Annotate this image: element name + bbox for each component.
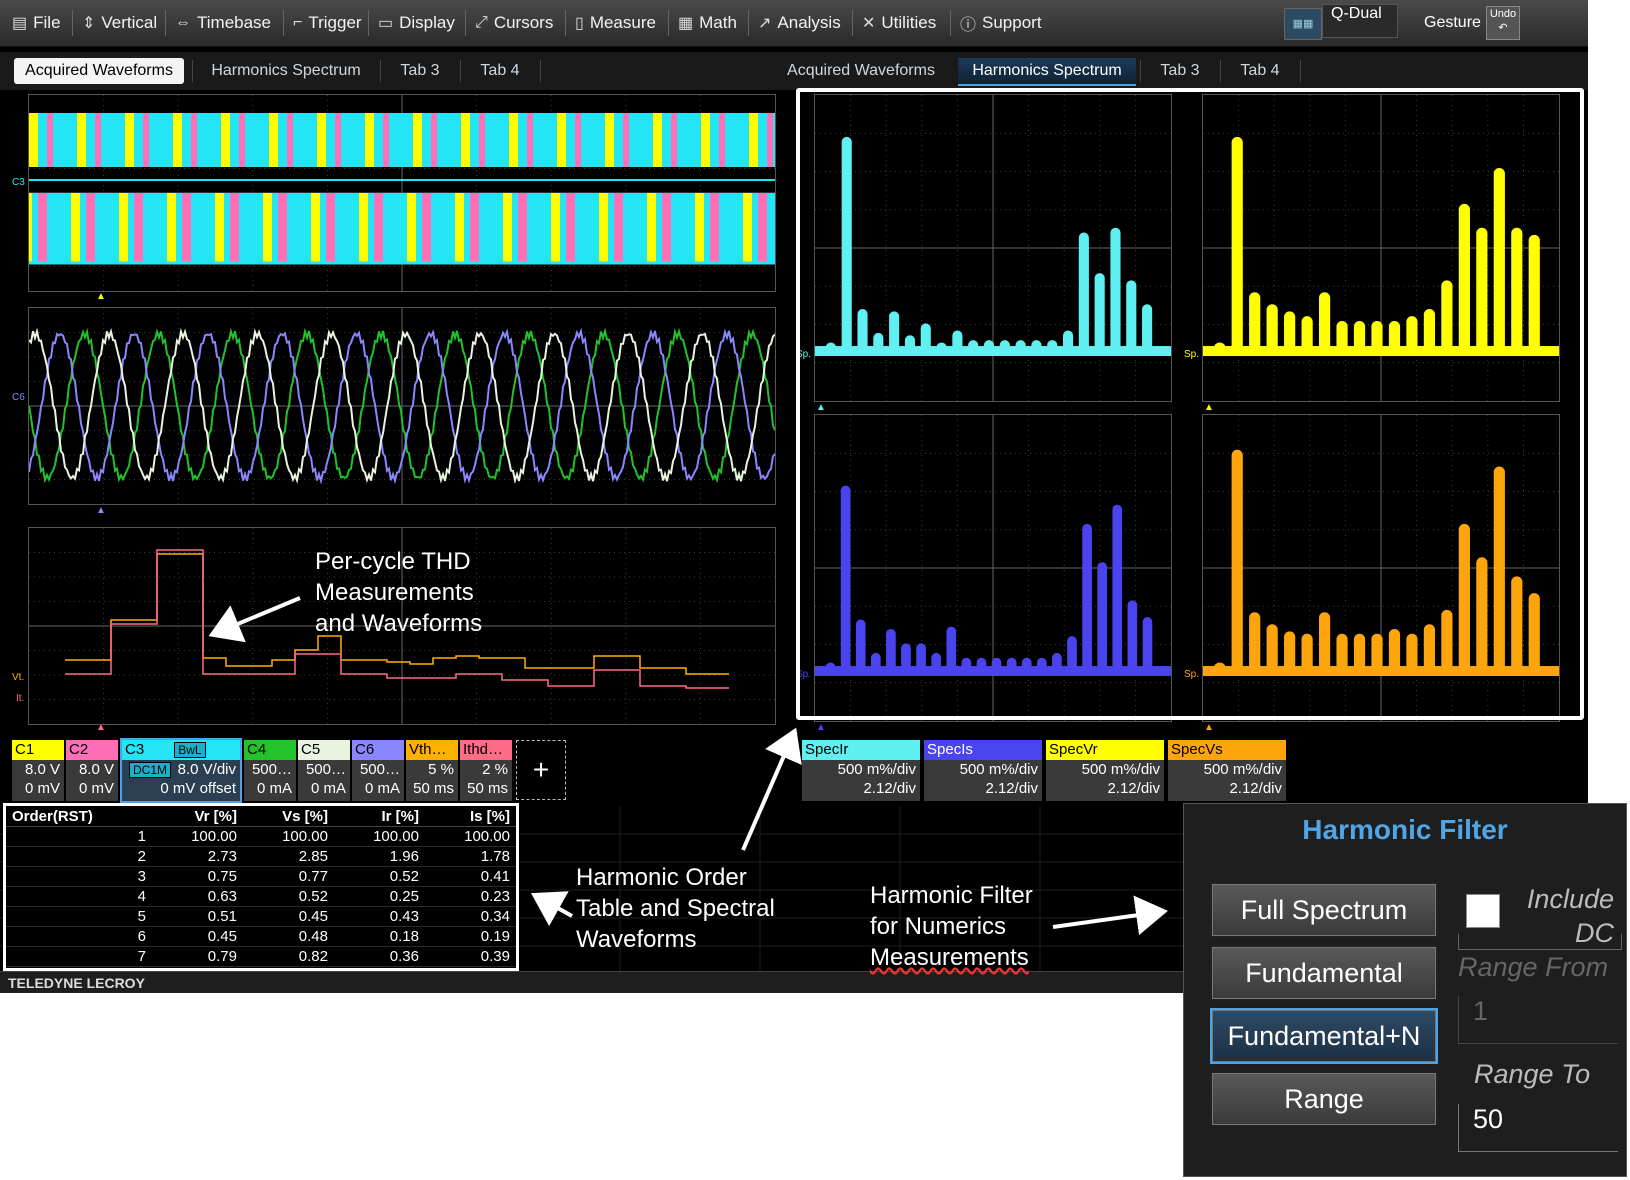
range-from-label: Range From bbox=[1458, 952, 1608, 983]
range-to-label: Range To bbox=[1474, 1059, 1590, 1090]
range-button[interactable]: Range bbox=[1210, 1071, 1438, 1127]
arrow-filter bbox=[1053, 912, 1160, 927]
arrow-table bbox=[538, 897, 572, 916]
full-spectrum-button[interactable]: Full Spectrum bbox=[1210, 882, 1438, 938]
fundamental-button[interactable]: Fundamental bbox=[1210, 945, 1438, 1001]
harmonic-filter-title: Harmonic Filter bbox=[1184, 814, 1626, 846]
range-to-input[interactable]: 50 bbox=[1458, 1104, 1618, 1152]
harmonic-filter-panel: Harmonic Filter Full Spectrum Fundamenta… bbox=[1183, 803, 1627, 1177]
include-dc-checkbox[interactable] bbox=[1466, 894, 1500, 928]
include-dc-frame bbox=[1458, 934, 1622, 950]
arrow-thd bbox=[216, 598, 300, 633]
range-from-input[interactable]: 1 bbox=[1458, 996, 1618, 1044]
arrow-spectrum bbox=[743, 735, 793, 850]
fundamental-n-button[interactable]: Fundamental+N bbox=[1210, 1008, 1438, 1064]
